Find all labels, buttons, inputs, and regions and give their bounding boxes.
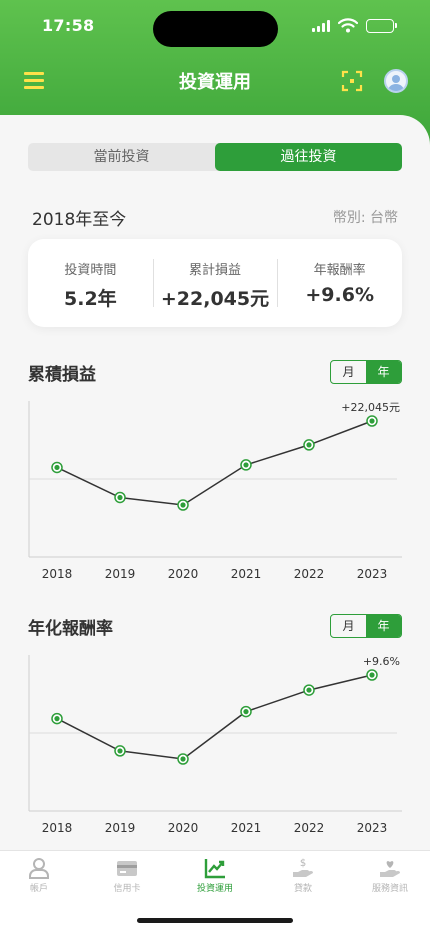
data-point [240,705,252,718]
investment-segment-control: 當前投資 過往投資 [28,143,402,171]
x-tick-label: 2020 [168,567,199,581]
x-tick-label: 2021 [231,567,262,581]
tab-credit-card[interactable]: 信用卡 [84,857,170,894]
tab-label: 投資運用 [196,884,233,894]
period-label: 2018年至今 [32,210,127,230]
data-point [240,459,252,471]
currency-label: 幣別: 台幣 [332,210,398,226]
status-time: 17:58 [42,16,95,35]
data-point [114,491,126,504]
series-line [56,420,373,506]
profit-period-toggle: 月 年 [330,360,402,384]
tab-loan[interactable]: $ 貸款 [260,857,346,894]
chart-title-profit: 累積損益 [28,365,96,385]
data-point [366,669,378,681]
x-tick-label: 2018 [42,821,73,835]
return-line-chart: 2018 2019 2020 2021 2022 2023 +9.6% [28,655,402,835]
x-tick-label: 2019 [105,821,136,835]
signal-icon [312,20,332,32]
summary-value: +22,045元 [160,288,270,310]
x-tick-label: 2023 [357,567,388,581]
x-tick-label: 2020 [168,821,199,835]
wifi-icon [338,18,358,33]
toggle-year[interactable]: 年 [366,615,401,637]
summary-return: 年報酬率 +9.6% [277,239,402,327]
page-title: 投資運用 [179,72,251,93]
scan-qr-icon[interactable] [341,70,363,92]
data-point [114,745,126,757]
data-point [366,415,378,427]
summary-label: 投資時間 [64,263,117,278]
data-label: +22,045元 [341,401,400,414]
summary-label: 累計損益 [189,263,242,278]
data-point [51,461,63,474]
tab-investment[interactable]: 投資運用 [172,857,258,894]
chart-title-return: 年化報酬率 [28,619,113,639]
tab-label: 服務資訊 [371,884,408,894]
summary-card: 投資時間 5.2年 累計損益 +22,045元 年報酬率 +9.6% [28,239,402,327]
tab-account[interactable]: 帳戶 [0,857,82,894]
dynamic-island [153,11,278,47]
data-label: +9.6% [363,655,400,668]
nav-bar: 投資運用 [0,54,430,110]
x-tick-label: 2021 [231,821,262,835]
data-point [177,499,189,511]
data-point [303,684,315,696]
x-tick-label: 2019 [105,567,136,581]
svg-text:$: $ [300,858,306,869]
tab-label: 貸款 [293,884,312,894]
content-panel: 當前投資 過往投資 2018年至今 幣別: 台幣 投資時間 5.2年 累計損益 … [0,115,430,850]
tab-label: 信用卡 [113,884,141,894]
investment-chart-icon [204,859,225,879]
tab-past-investment[interactable]: 過往投資 [215,143,402,171]
tab-label: 帳戶 [29,884,48,894]
loan-hand-icon: $ [293,858,313,877]
tab-service-info[interactable]: 服務資訊 [347,857,430,894]
summary-value: +9.6% [305,284,374,306]
home-indicator [137,918,293,923]
series-line [56,674,373,760]
x-tick-label: 2018 [42,567,73,581]
summary-profit: 累計損益 +22,045元 [152,239,278,327]
data-point [303,439,315,451]
x-tick-label: 2023 [357,821,388,835]
battery-icon [366,19,397,33]
summary-value: 5.2年 [64,288,117,310]
profit-line-chart: 2018 2019 2020 2021 2022 2023 +22,045元 [28,401,402,581]
x-tick-label: 2022 [294,567,325,581]
credit-card-icon [117,861,137,876]
data-point [51,712,63,725]
summary-duration: 投資時間 5.2年 [28,239,153,327]
toggle-year[interactable]: 年 [366,361,401,383]
toggle-month[interactable]: 月 [331,361,366,383]
tab-current-investment[interactable]: 當前投資 [28,143,215,171]
return-period-toggle: 月 年 [330,614,402,638]
data-point [177,753,189,765]
x-tick-label: 2022 [294,821,325,835]
toggle-month[interactable]: 月 [331,615,366,637]
summary-label: 年報酬率 [313,263,366,278]
person-icon [29,858,49,879]
user-avatar-icon[interactable] [384,69,408,93]
service-heart-icon [380,861,400,877]
status-bar: 17:58 [0,0,430,54]
